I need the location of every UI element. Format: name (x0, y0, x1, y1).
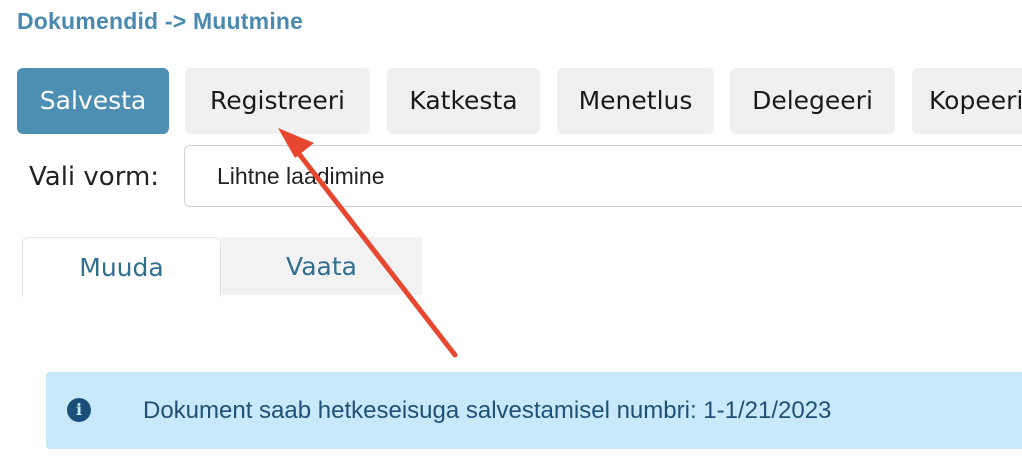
proceedings-button[interactable]: Menetlus (557, 68, 714, 134)
info-message: Dokument saab hetkeseisuga salvestamisel… (143, 397, 832, 424)
cancel-button[interactable]: Katkesta (387, 68, 540, 134)
toolbar: Salvesta Registreeri Katkesta Menetlus D… (17, 68, 1022, 134)
form-select-label: Vali vorm: (29, 162, 160, 192)
tab-view[interactable]: Vaata (221, 237, 422, 295)
form-select-row: Vali vorm: Lihtne laadimine (29, 145, 1022, 209)
breadcrumb: Dokumendid -> Muutmine (17, 8, 304, 34)
info-alert: i Dokument saab hetkeseisuga salvestamis… (46, 372, 1022, 449)
copy-button[interactable]: Kopeeri (912, 68, 1022, 134)
register-button[interactable]: Registreeri (185, 68, 370, 134)
delegate-button[interactable]: Delegeeri (730, 68, 895, 134)
form-select[interactable]: Lihtne laadimine (184, 145, 1022, 207)
save-button[interactable]: Salvesta (17, 68, 169, 134)
info-circle-icon: i (67, 398, 91, 422)
tab-edit[interactable]: Muuda (22, 237, 221, 297)
